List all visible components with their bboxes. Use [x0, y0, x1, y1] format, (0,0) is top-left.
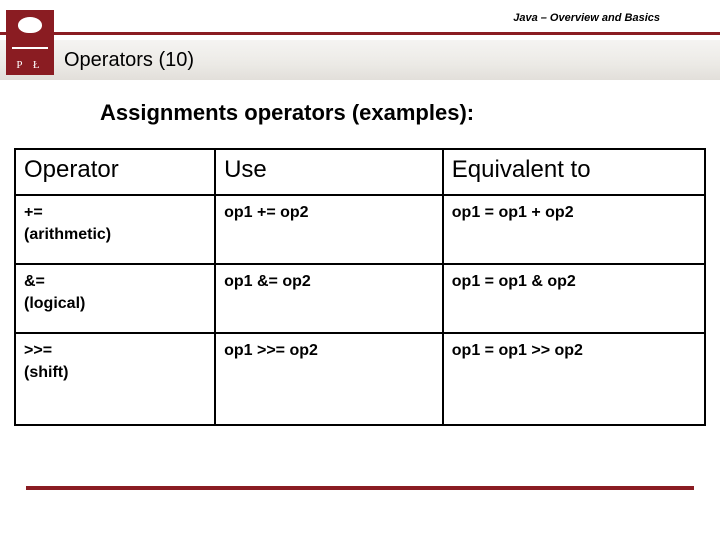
slide-title-bar: Operators (10) — [0, 40, 720, 80]
cell-operator: &= (logical) — [15, 264, 215, 333]
table-row: >>= (shift) op1 >>= op2 op1 = op1 >> op2 — [15, 333, 705, 424]
col-equivalent: Equivalent to — [443, 149, 705, 195]
table-row: += (arithmetic) op1 += op2 op1 = op1 + o… — [15, 195, 705, 264]
operators-table-wrap: Operator Use Equivalent to += (arithmeti… — [14, 148, 706, 426]
cell-operator: += (arithmetic) — [15, 195, 215, 264]
col-operator: Operator — [15, 149, 215, 195]
section-heading: Assignments operators (examples): — [100, 100, 474, 126]
table-header-row: Operator Use Equivalent to — [15, 149, 705, 195]
operator-symbol: += — [24, 204, 43, 221]
operator-symbol: &= — [24, 273, 45, 290]
cell-equiv: op1 = op1 & op2 — [443, 264, 705, 333]
operator-symbol: >>= — [24, 342, 52, 359]
cell-use: op1 &= op2 — [215, 264, 443, 333]
col-use: Use — [215, 149, 443, 195]
header-topic: Java – Overview and Basics — [513, 12, 660, 24]
header-rule — [0, 32, 720, 35]
operator-note: (shift) — [24, 362, 206, 384]
cell-use: op1 >>= op2 — [215, 333, 443, 424]
table-row: &= (logical) op1 &= op2 op1 = op1 & op2 — [15, 264, 705, 333]
footer-rule — [26, 486, 694, 490]
operator-note: (logical) — [24, 293, 206, 315]
cell-use: op1 += op2 — [215, 195, 443, 264]
operator-note: (arithmetic) — [24, 224, 206, 246]
operators-table: Operator Use Equivalent to += (arithmeti… — [14, 148, 706, 426]
slide: Java – Overview and Basics P Ł Operators… — [0, 0, 720, 540]
logo-letters: P Ł — [6, 59, 54, 71]
slide-title: Operators (10) — [64, 49, 194, 72]
cell-equiv: op1 = op1 >> op2 — [443, 333, 705, 424]
cell-equiv: op1 = op1 + op2 — [443, 195, 705, 264]
cell-operator: >>= (shift) — [15, 333, 215, 424]
university-logo: P Ł — [6, 10, 54, 75]
